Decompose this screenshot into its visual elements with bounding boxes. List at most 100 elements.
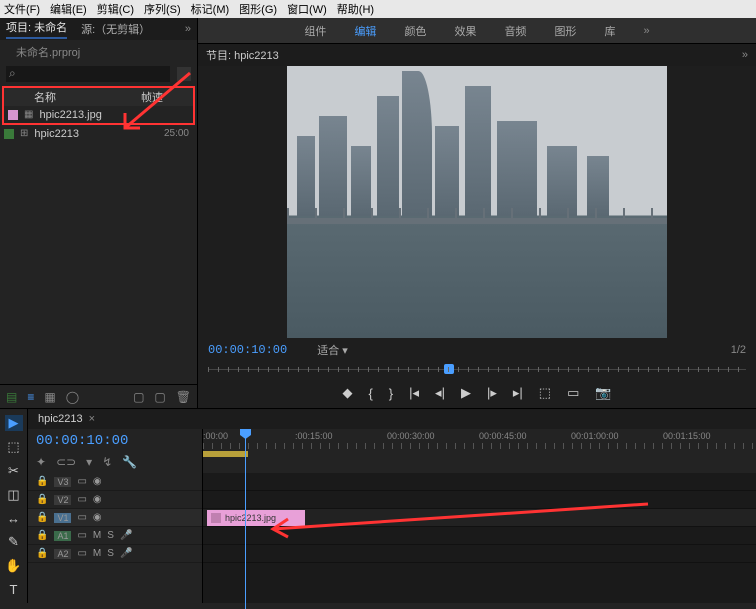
tools-panel: ▶ ⬚ ✂ ◫ ↔ ✎ ✋ T (0, 409, 28, 603)
track-a2[interactable] (203, 545, 756, 563)
timeline-ruler[interactable]: :00:00:00:15:00 00:00:30:0000:00:45:00 0… (203, 429, 756, 469)
wrench-icon[interactable]: 🔧 (122, 455, 137, 469)
panel-expand-icon[interactable]: » (742, 49, 748, 61)
asset-row[interactable]: ⊞ hpic2213 25:00 (0, 125, 197, 142)
track-v3[interactable] (203, 473, 756, 491)
goto-out-button[interactable]: ▸| (513, 385, 523, 401)
menubar: 文件(F) 编辑(E) 剪辑(C) 序列(S) 标记(M) 图形(G) 窗口(W… (0, 0, 756, 18)
track-header-v3[interactable]: 🔒V3 ▭◉ (28, 473, 202, 491)
track-header-v1[interactable]: 🔒V1 ▭◉ (28, 509, 202, 527)
menu-window[interactable]: 窗口(W) (287, 1, 327, 17)
program-monitor[interactable] (198, 66, 756, 338)
step-forward-button[interactable]: |▸ (487, 385, 497, 401)
lock-icon[interactable]: ▤ (6, 390, 17, 404)
tabs-overflow-icon[interactable]: » (643, 25, 649, 37)
close-tab-icon[interactable]: × (89, 413, 95, 425)
track-header-v2[interactable]: 🔒V2 ▭◉ (28, 491, 202, 509)
menu-help[interactable]: 帮助(H) (337, 1, 374, 17)
add-marker-button[interactable]: ◆ (342, 385, 352, 401)
zoom-fit-dropdown[interactable]: 适合 ▾ (317, 342, 348, 358)
tab-editing[interactable]: 编辑 (354, 23, 376, 39)
mark-out-button[interactable]: } (389, 386, 393, 401)
pen-tool[interactable]: ✎ (8, 534, 19, 550)
track-a1[interactable] (203, 527, 756, 545)
razor-tool[interactable]: ◫ (7, 487, 19, 503)
hand-tool[interactable]: ✋ (5, 558, 21, 574)
track-v1[interactable]: hpic2213.jpg (203, 509, 756, 527)
asset-color-chip (4, 129, 14, 139)
tab-assembly[interactable]: 组件 (304, 23, 326, 39)
menu-graphics[interactable]: 图形(G) (239, 1, 277, 17)
menu-clip[interactable]: 剪辑(C) (97, 1, 134, 17)
search-input[interactable] (6, 66, 170, 82)
tab-effects[interactable]: 效果 (454, 23, 476, 39)
selection-tool[interactable]: ▶ (5, 415, 23, 431)
new-item-icon[interactable]: ▢ (154, 390, 165, 404)
track-select-tool[interactable]: ⬚ (7, 439, 19, 455)
timeline-timecode[interactable]: 00:00:10:00 (36, 433, 194, 449)
play-button[interactable]: ▶ (461, 385, 471, 401)
track-header-a2[interactable]: 🔒A2 ▭M S🎤 (28, 545, 202, 563)
timeline-panel: hpic2213 × 00:00:10:00 ✦ ⊂⊃ ▾ ↯ 🔧 : (28, 409, 756, 603)
tab-project[interactable]: 项目: 未命名 (6, 19, 67, 39)
preview-image (287, 66, 667, 338)
tab-library[interactable]: 库 (604, 23, 615, 39)
work-area-bar[interactable] (203, 451, 248, 457)
goto-in-button[interactable]: |◂ (409, 385, 419, 401)
tab-audio[interactable]: 音频 (504, 23, 526, 39)
linked-icon[interactable]: ⊂⊃ (56, 455, 76, 469)
settings-icon[interactable]: ↯ (102, 455, 112, 469)
asset-name: hpic2213 (34, 128, 164, 140)
asset-row[interactable]: ▦ hpic2213.jpg (4, 106, 193, 123)
tab-graphics[interactable]: 图形 (554, 23, 576, 39)
program-ruler[interactable] (198, 362, 756, 378)
tab-color[interactable]: 颜色 (404, 23, 426, 39)
menu-edit[interactable]: 编辑(E) (50, 1, 87, 17)
menu-marker[interactable]: 标记(M) (191, 1, 230, 17)
sequence-tab[interactable]: hpic2213 (38, 413, 83, 425)
transport-controls: ◆ { } |◂ ◂| ▶ |▸ ▸| ⬚ ▭ 📷 (198, 378, 756, 408)
new-bin-icon[interactable]: ▢ (133, 390, 144, 404)
column-header-name[interactable]: 名称 (34, 89, 141, 105)
lift-button[interactable]: ⬚ (539, 385, 551, 401)
program-playhead[interactable] (444, 364, 454, 374)
trash-icon[interactable]: 🗑 (176, 390, 191, 404)
project-toolbar: ▤ ≡ ▦ ◯ ▢ ▢ 🗑 (0, 384, 197, 408)
step-back-button[interactable]: ◂| (435, 385, 445, 401)
tab-source[interactable]: 源:（无剪辑） (81, 21, 150, 37)
marker-icon[interactable]: ▾ (86, 455, 92, 469)
menu-file[interactable]: 文件(F) (4, 1, 40, 17)
list-icon[interactable]: ≡ (27, 390, 34, 404)
program-tab-label[interactable]: 节目: hpic2213 (206, 47, 279, 63)
asset-duration: 25:00 (164, 128, 193, 139)
track-header-a1[interactable]: 🔒A1 ▭M S🎤 (28, 527, 202, 545)
program-timecode[interactable]: 00:00:10:00 (208, 343, 287, 357)
mark-in-button[interactable]: { (368, 386, 372, 401)
asset-name: hpic2213.jpg (39, 109, 185, 121)
track-content-area[interactable]: hpic2213.jpg (203, 473, 756, 603)
clip-label: hpic2213.jpg (225, 513, 276, 523)
column-header-frame[interactable]: 帧速 (141, 89, 163, 105)
menu-sequence[interactable]: 序列(S) (144, 1, 181, 17)
export-frame-button[interactable]: 📷 (595, 385, 611, 401)
project-filename: 未命名.prproj (0, 40, 197, 64)
snap-icon[interactable]: ✦ (36, 455, 46, 469)
asset-color-chip (8, 110, 18, 120)
ripple-edit-tool[interactable]: ✂ (8, 463, 19, 479)
timeline-clip[interactable]: hpic2213.jpg (207, 510, 305, 526)
workspace-tabs: 组件 编辑 颜色 效果 音频 图形 库 » (198, 18, 756, 44)
slip-tool[interactable]: ↔ (7, 511, 20, 526)
new-bin-icon[interactable] (177, 67, 191, 81)
track-headers: 🔒V3 ▭◉ 🔒V2 ▭◉ 🔒V1 ▭◉ 🔒A1 ▭M S🎤 (28, 473, 203, 603)
project-panel: 项目: 未命名 源:（无剪辑） » 未命名.prproj 名称 帧速 ▦ (0, 18, 198, 408)
icon-view-icon[interactable]: ▦ (44, 390, 55, 404)
panel-expand-icon[interactable]: » (185, 23, 191, 35)
track-v2[interactable] (203, 491, 756, 509)
extract-button[interactable]: ▭ (567, 385, 579, 401)
type-tool[interactable]: T (10, 582, 18, 597)
annotation-highlight: 名称 帧速 ▦ hpic2213.jpg (2, 86, 195, 125)
timeline-playhead[interactable] (245, 429, 246, 609)
freeform-icon[interactable]: ◯ (66, 390, 79, 404)
image-icon: ▦ (24, 109, 33, 120)
sequence-icon: ⊞ (20, 128, 28, 139)
